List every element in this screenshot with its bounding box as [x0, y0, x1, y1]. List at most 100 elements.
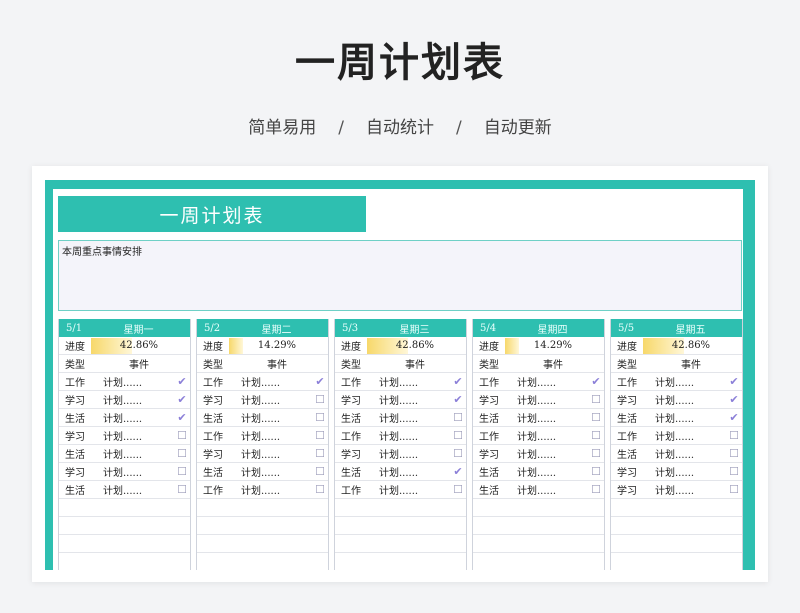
task-type[interactable]: 生活 [611, 446, 655, 461]
task-type[interactable]: 生活 [473, 410, 517, 425]
task-event[interactable]: 计划...... [103, 482, 174, 497]
checkmark-icon[interactable]: ✔ [312, 375, 328, 388]
task-event[interactable]: 计划...... [103, 374, 174, 389]
checkmark-icon[interactable]: ✔ [174, 411, 190, 424]
task-type[interactable]: 生活 [473, 464, 517, 479]
checkbox-empty-icon[interactable]: ☐ [726, 447, 742, 460]
task-type[interactable]: 生活 [59, 410, 103, 425]
task-event[interactable]: 计划...... [655, 392, 726, 407]
checkbox-empty-icon[interactable]: ☐ [312, 411, 328, 424]
checkmark-icon[interactable]: ✔ [174, 393, 190, 406]
task-type[interactable]: 工作 [611, 374, 655, 389]
task-event[interactable]: 计划...... [103, 392, 174, 407]
task-type[interactable]: 生活 [335, 464, 379, 479]
task-event[interactable]: 计划...... [379, 446, 450, 461]
checkbox-empty-icon[interactable]: ☐ [588, 465, 604, 478]
task-event[interactable]: 计划...... [103, 464, 174, 479]
task-type[interactable]: 生活 [197, 410, 241, 425]
task-type[interactable]: 学习 [473, 392, 517, 407]
checkbox-empty-icon[interactable]: ☐ [588, 429, 604, 442]
notes-cell[interactable]: 本周重点事情安排 [58, 240, 742, 311]
task-event[interactable]: 计划...... [241, 482, 312, 497]
task-event[interactable]: 计划...... [517, 428, 588, 443]
task-type[interactable]: 生活 [59, 482, 103, 497]
task-type[interactable]: 工作 [197, 428, 241, 443]
checkmark-icon[interactable]: ✔ [450, 465, 466, 478]
task-type[interactable]: 学习 [59, 464, 103, 479]
task-event[interactable]: 计划...... [655, 428, 726, 443]
task-event[interactable]: 计划...... [517, 392, 588, 407]
task-type[interactable]: 学习 [197, 446, 241, 461]
checkmark-icon[interactable]: ✔ [450, 393, 466, 406]
checkbox-empty-icon[interactable]: ☐ [312, 483, 328, 496]
task-type[interactable]: 工作 [335, 428, 379, 443]
task-type[interactable]: 学习 [611, 392, 655, 407]
task-type[interactable]: 学习 [611, 464, 655, 479]
task-type[interactable]: 学习 [197, 392, 241, 407]
task-event[interactable]: 计划...... [517, 446, 588, 461]
checkbox-empty-icon[interactable]: ☐ [588, 393, 604, 406]
task-type[interactable]: 生活 [473, 482, 517, 497]
task-type[interactable]: 工作 [197, 374, 241, 389]
checkbox-empty-icon[interactable]: ☐ [450, 483, 466, 496]
task-event[interactable]: 计划...... [517, 482, 588, 497]
checkbox-empty-icon[interactable]: ☐ [588, 411, 604, 424]
task-event[interactable]: 计划...... [517, 464, 588, 479]
task-type[interactable]: 工作 [335, 482, 379, 497]
task-event[interactable]: 计划...... [655, 374, 726, 389]
checkbox-empty-icon[interactable]: ☐ [312, 429, 328, 442]
task-type[interactable]: 工作 [473, 374, 517, 389]
task-type[interactable]: 学习 [335, 392, 379, 407]
task-type[interactable]: 工作 [59, 374, 103, 389]
checkmark-icon[interactable]: ✔ [588, 375, 604, 388]
task-type[interactable]: 生活 [335, 410, 379, 425]
task-event[interactable]: 计划...... [241, 410, 312, 425]
task-event[interactable]: 计划...... [517, 410, 588, 425]
checkmark-icon[interactable]: ✔ [726, 411, 742, 424]
task-type[interactable]: 工作 [611, 428, 655, 443]
checkmark-icon[interactable]: ✔ [174, 375, 190, 388]
task-event[interactable]: 计划...... [655, 464, 726, 479]
checkmark-icon[interactable]: ✔ [726, 393, 742, 406]
task-event[interactable]: 计划...... [655, 410, 726, 425]
checkbox-empty-icon[interactable]: ☐ [726, 429, 742, 442]
task-event[interactable]: 计划...... [379, 482, 450, 497]
task-event[interactable]: 计划...... [241, 464, 312, 479]
checkbox-empty-icon[interactable]: ☐ [174, 447, 190, 460]
task-type[interactable]: 生活 [59, 446, 103, 461]
task-event[interactable]: 计划...... [103, 446, 174, 461]
checkbox-empty-icon[interactable]: ☐ [450, 429, 466, 442]
task-type[interactable]: 生活 [197, 464, 241, 479]
checkmark-icon[interactable]: ✔ [726, 375, 742, 388]
checkbox-empty-icon[interactable]: ☐ [588, 447, 604, 460]
task-event[interactable]: 计划...... [655, 482, 726, 497]
task-type[interactable]: 学习 [611, 482, 655, 497]
task-type[interactable]: 生活 [611, 410, 655, 425]
task-event[interactable]: 计划...... [379, 428, 450, 443]
checkbox-empty-icon[interactable]: ☐ [588, 483, 604, 496]
checkbox-empty-icon[interactable]: ☐ [174, 429, 190, 442]
task-event[interactable]: 计划...... [379, 410, 450, 425]
task-type[interactable]: 学习 [335, 446, 379, 461]
checkbox-empty-icon[interactable]: ☐ [450, 447, 466, 460]
task-type[interactable]: 工作 [473, 428, 517, 443]
checkbox-empty-icon[interactable]: ☐ [312, 465, 328, 478]
task-event[interactable]: 计划...... [655, 446, 726, 461]
checkbox-empty-icon[interactable]: ☐ [174, 465, 190, 478]
checkbox-empty-icon[interactable]: ☐ [312, 447, 328, 460]
task-type[interactable]: 学习 [473, 446, 517, 461]
checkbox-empty-icon[interactable]: ☐ [450, 411, 466, 424]
checkbox-empty-icon[interactable]: ☐ [312, 393, 328, 406]
task-event[interactable]: 计划...... [517, 374, 588, 389]
task-type[interactable]: 工作 [335, 374, 379, 389]
task-event[interactable]: 计划...... [241, 428, 312, 443]
task-event[interactable]: 计划...... [103, 410, 174, 425]
task-event[interactable]: 计划...... [103, 428, 174, 443]
task-event[interactable]: 计划...... [241, 374, 312, 389]
task-type[interactable]: 工作 [197, 482, 241, 497]
task-type[interactable]: 学习 [59, 428, 103, 443]
checkbox-empty-icon[interactable]: ☐ [726, 465, 742, 478]
task-event[interactable]: 计划...... [379, 464, 450, 479]
checkbox-empty-icon[interactable]: ☐ [726, 483, 742, 496]
task-type[interactable]: 学习 [59, 392, 103, 407]
